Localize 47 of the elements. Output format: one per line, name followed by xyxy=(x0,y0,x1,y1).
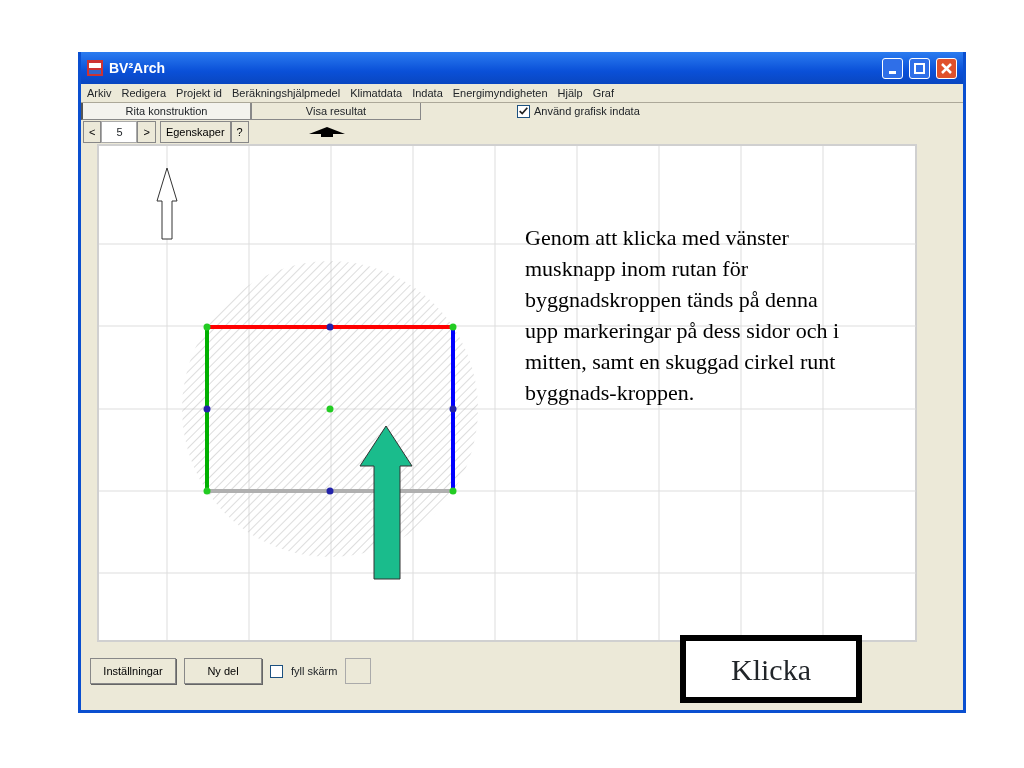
close-button[interactable] xyxy=(936,57,957,79)
building-edge[interactable] xyxy=(205,327,209,491)
menu-item[interactable]: Beräkningshjälpmedel xyxy=(231,84,341,102)
tab[interactable]: Rita konstruktion xyxy=(81,103,251,120)
next-button[interactable]: > xyxy=(137,121,156,143)
checkbox-label: Använd grafisk indata xyxy=(534,104,640,120)
handle-marker[interactable] xyxy=(449,487,457,495)
window-title: BV²Arch xyxy=(109,58,166,78)
close-icon xyxy=(941,62,952,74)
handle-marker[interactable] xyxy=(449,323,457,331)
menu-item[interactable]: Klimatdata xyxy=(350,84,403,102)
outline-arrow-icon xyxy=(156,167,178,240)
settings-button[interactable]: Inställningar xyxy=(90,658,176,684)
handle-marker[interactable] xyxy=(203,405,211,413)
menu-item[interactable]: Hjälp xyxy=(557,84,583,102)
menu-item[interactable]: Arkiv xyxy=(87,84,112,102)
maximize-button[interactable] xyxy=(909,57,930,79)
minimize-button[interactable] xyxy=(882,57,903,79)
previous-button[interactable]: < xyxy=(83,121,102,143)
menu-item[interactable]: Energimyndigheten xyxy=(452,84,548,102)
menu-item[interactable]: Redigera xyxy=(121,84,167,102)
menu-item[interactable]: Projekt id xyxy=(176,84,222,102)
handle-marker[interactable] xyxy=(203,487,211,495)
up-arrow-icon xyxy=(308,127,345,137)
callout-box: Klicka xyxy=(680,635,862,703)
handle-marker[interactable] xyxy=(326,323,334,331)
tab[interactable]: Visa resultat xyxy=(251,103,421,120)
properties-button[interactable]: Egenskaper xyxy=(159,121,231,143)
annotation-text: Genom att klicka med vänster musknapp inom rutan för byggnadskroppen tänds på denna upp markeringar på dess sidor och i mitten, samt en skuggad cirkel runt byggnads-kroppen. xyxy=(525,224,841,407)
new-part-button[interactable]: Ny del xyxy=(184,658,262,684)
app-icon xyxy=(87,60,103,76)
handle-marker[interactable] xyxy=(449,405,457,413)
checkbox[interactable] xyxy=(517,105,530,118)
handle-marker[interactable] xyxy=(326,487,334,495)
building-edge[interactable] xyxy=(451,327,455,491)
empty-field[interactable] xyxy=(345,658,372,684)
checkbox-label: fyll skärm xyxy=(291,663,338,679)
building-edge[interactable] xyxy=(207,325,453,329)
handle-marker[interactable] xyxy=(203,323,211,331)
page-field[interactable]: 5 xyxy=(101,121,138,143)
maximize-icon xyxy=(914,62,925,74)
up-arrow-icon xyxy=(359,425,413,580)
menu-item[interactable]: Indata xyxy=(412,84,443,102)
menu-item[interactable]: Graf xyxy=(592,84,615,102)
minimize-icon xyxy=(889,70,896,74)
handle-marker[interactable] xyxy=(326,405,334,413)
checkbox[interactable] xyxy=(270,664,283,678)
